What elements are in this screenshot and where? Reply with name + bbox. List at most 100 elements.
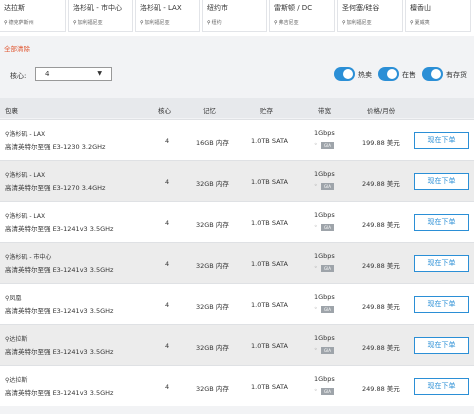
header-cores: 核心 <box>158 107 171 115</box>
toggle-switch[interactable] <box>334 67 355 81</box>
toggle-label: 有存货 <box>446 71 467 79</box>
row-location-text: 凤凰 <box>9 295 22 302</box>
row-location: ⚲洛杉矶 - 市中心 <box>5 252 51 261</box>
toggle-switch[interactable] <box>378 67 399 81</box>
location-sub: 加利福尼亚 <box>144 20 170 26</box>
header-price: 价格/月份 <box>367 107 396 115</box>
row-location: ⚲凤凰 <box>5 293 21 302</box>
row-location: ⚲达拉斯 <box>5 334 27 343</box>
row-location: ⚲洛杉矶 - LAX <box>5 211 45 220</box>
gia-network-icon: ◦ <box>314 182 318 189</box>
row-bandwidth: 1Gbps <box>314 129 335 137</box>
row-cpu: 高清英特尔至强 E3-1241v3 3.5GHz <box>5 266 114 274</box>
row-memory: 32GB 内存 <box>196 221 229 229</box>
location-sub: 弗吉尼亚 <box>278 20 299 26</box>
row-memory: 32GB 内存 <box>196 385 229 393</box>
location-name: 纽约市 <box>207 4 228 12</box>
order-now-button[interactable]: 现在下单 <box>414 173 469 190</box>
gia-network-icon: ◦ <box>314 346 318 353</box>
table-row: ⚲洛杉矶 - 市中心高清英特尔至强 E3-1241v3 3.5GHz 4 32GB … <box>0 242 474 283</box>
location-dallas[interactable]: 达拉斯 ⚲德克萨斯州 <box>0 0 66 32</box>
row-location-text: 达拉斯 <box>9 377 28 384</box>
row-location-text: 达拉斯 <box>9 336 28 343</box>
caret-down-icon: ▼ <box>97 70 102 77</box>
map-pin-icon: ⚲ <box>342 20 346 26</box>
clear-all-link[interactable]: 全部清除 <box>4 43 30 53</box>
row-cpu: 高清英特尔至强 E3-1230 3.2GHz <box>5 143 106 151</box>
row-location: ⚲洛杉矶 - LAX <box>5 170 45 179</box>
row-storage: 1.0TB SATA <box>251 137 288 145</box>
map-pin-icon: ⚲ <box>274 20 278 26</box>
row-cores: 4 <box>165 219 170 227</box>
row-location-text: 洛杉矶 - LAX <box>9 213 46 220</box>
order-now-button[interactable]: 现在下单 <box>414 337 469 354</box>
location-nyc[interactable]: 纽约市 ⚲纽约 <box>202 0 267 32</box>
gia-network-icon: ◦ <box>314 387 318 394</box>
row-location: ⚲洛杉矶 - LAX <box>5 129 45 138</box>
row-bandwidth: 1Gbps <box>314 293 335 301</box>
row-storage: 1.0TB SATA <box>251 260 288 268</box>
row-location-text: 洛杉矶 - LAX <box>9 131 46 138</box>
row-storage: 1.0TB SATA <box>251 383 288 391</box>
row-cpu: 高清英特尔至强 E3-1241v3 3.5GHz <box>5 225 114 233</box>
table-row: ⚲洛杉矶 - LAX 高清英特尔至强 E3-1230 3.2GHz 4 16GB 内存… <box>0 119 474 160</box>
header-bandwidth: 带宽 <box>318 107 331 115</box>
row-price: 249.88 美元 <box>362 385 400 393</box>
location-reston[interactable]: 雷斯顿 / DC ⚲弗吉尼亚 <box>269 0 335 32</box>
row-cores: 4 <box>165 383 170 391</box>
location-honolulu[interactable]: 檀香山 ⚲夏威夷 <box>405 0 471 32</box>
toggle-switch[interactable] <box>422 67 443 81</box>
row-price: 249.88 美元 <box>362 221 400 229</box>
row-cores: 4 <box>165 137 170 145</box>
table-row: ⚲达拉斯 高清英特尔至强 E3-1241v3 3.5GHz 4 32GB 内存 1.0T… <box>0 365 474 406</box>
row-bandwidth: 1Gbps <box>314 375 335 383</box>
gia-network-icon: ◦ <box>314 305 318 312</box>
row-bandwidth: 1Gbps <box>314 170 335 178</box>
map-pin-icon: ⚲ <box>207 20 211 26</box>
row-price: 249.88 美元 <box>362 344 400 352</box>
row-storage: 1.0TB SATA <box>251 301 288 309</box>
gia-badge: GIA <box>321 306 335 313</box>
location-san-jose[interactable]: 圣何塞/硅谷 ⚲加利福尼亚 <box>337 0 403 32</box>
row-cores: 4 <box>165 260 170 268</box>
gia-badge: GIA <box>321 388 335 395</box>
row-cores: 4 <box>165 301 170 309</box>
header-package: 包裹 <box>5 107 18 115</box>
location-sub: 夏威夷 <box>414 20 430 26</box>
cores-select[interactable]: 4 ▼ <box>35 67 112 81</box>
order-now-button[interactable]: 现在下单 <box>414 296 469 313</box>
table-row: ⚲凤凰 高清英特尔至强 E3-1241v3 3.5GHz 4 32GB 内存 1.0TB… <box>0 283 474 324</box>
location-filter-bar: 达拉斯 ⚲德克萨斯州 洛杉矶 - 市中心 ⚲加利福尼亚 洛杉矶 - LAX ⚲加… <box>0 0 474 36</box>
table-row: ⚲洛杉矶 - LAX 高清英特尔至强 E3-1270 3.4GHz 4 32GB 内存… <box>0 160 474 201</box>
gia-badge: GIA <box>321 224 335 231</box>
location-name: 圣何塞/硅谷 <box>342 4 380 12</box>
gia-badge: GIA <box>321 142 335 149</box>
table-row: ⚲达拉斯 高清英特尔至强 E3-1241v3 3.5GHz 4 32GB 内存 1.0T… <box>0 324 474 365</box>
order-now-button[interactable]: 现在下单 <box>414 378 469 395</box>
order-now-button[interactable]: 现在下单 <box>414 255 469 272</box>
row-price: 199.88 美元 <box>362 139 400 147</box>
row-memory: 32GB 内存 <box>196 344 229 352</box>
order-now-button[interactable]: 现在下单 <box>414 214 469 231</box>
gia-network-icon: ◦ <box>314 223 318 230</box>
row-cpu: 高清英特尔至强 E3-1241v3 3.5GHz <box>5 307 114 315</box>
location-la-downtown[interactable]: 洛杉矶 - 市中心 ⚲加利福尼亚 <box>68 0 133 32</box>
row-cpu: 高清英特尔至强 E3-1241v3 3.5GHz <box>5 389 114 397</box>
row-storage: 1.0TB SATA <box>251 342 288 350</box>
location-sub: 德克萨斯州 <box>8 20 34 26</box>
toggle-label: 热卖 <box>358 71 372 79</box>
row-cpu: 高清英特尔至强 E3-1270 3.4GHz <box>5 184 106 192</box>
location-la-lax[interactable]: 洛杉矶 - LAX ⚲加利福尼亚 <box>135 0 200 32</box>
location-name: 达拉斯 <box>4 4 25 12</box>
row-bandwidth: 1Gbps <box>314 252 335 260</box>
order-now-button[interactable]: 现在下单 <box>414 132 469 149</box>
table-row: ⚲洛杉矶 - LAX 高清英特尔至强 E3-1241v3 3.5GHz 4 32GB … <box>0 201 474 242</box>
row-location-text: 洛杉矶 - LAX <box>9 172 46 179</box>
location-sub: 加利福尼亚 <box>77 20 103 26</box>
row-memory: 32GB 内存 <box>196 262 229 270</box>
location-name: 洛杉矶 - LAX <box>140 4 182 12</box>
cores-label: 核心: <box>10 72 27 80</box>
map-pin-icon: ⚲ <box>73 20 77 26</box>
row-cores: 4 <box>165 178 170 186</box>
table-header: 包裹 核心 记忆 贮存 带宽 价格/月份 <box>0 98 474 118</box>
